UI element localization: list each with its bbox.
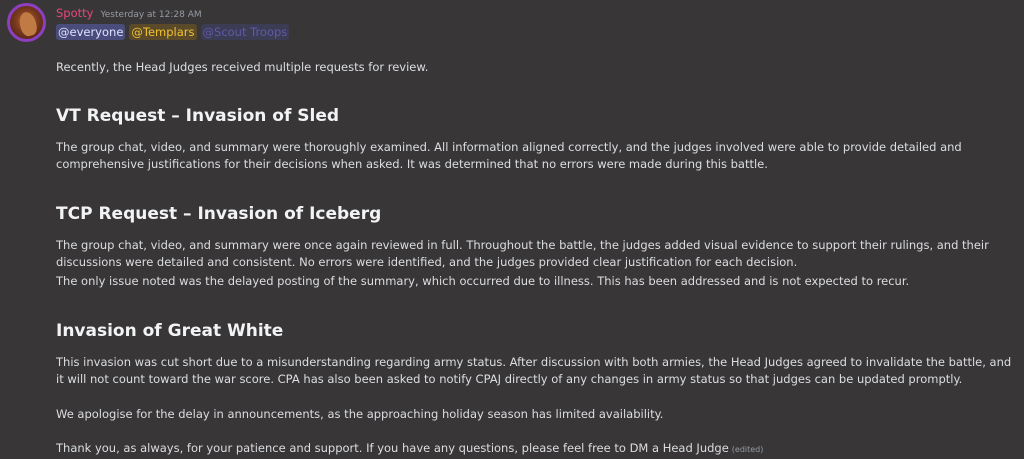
apology-text: We apologise for the delay in announceme… <box>56 407 664 421</box>
user-avatar[interactable] <box>7 3 46 42</box>
mention-scout-troops[interactable]: @Scout Troops <box>200 24 290 40</box>
username[interactable]: Spotty <box>56 6 93 20</box>
tcp-request-paragraph: The group chat, video, and summary were … <box>56 238 989 269</box>
tcp-request-note: The only issue noted was the delayed pos… <box>56 274 910 288</box>
closing-text: Thank you, as always, for your patience … <box>56 441 729 455</box>
intro-text: Recently, the Head Judges received multi… <box>56 60 429 74</box>
heading-vt-request: VT Request – Invasion of Sled <box>56 106 340 126</box>
mention-everyone[interactable]: @everyone <box>56 24 126 40</box>
great-white-paragraph: This invasion was cut short due to a mis… <box>56 355 1012 386</box>
message-header: Spotty Yesterday at 12:28 AM <box>56 6 202 22</box>
mentions-row: @everyone @Templars @Scout Troops <box>56 24 290 40</box>
heading-great-white: Invasion of Great White <box>56 321 284 341</box>
chat-message: Spotty Yesterday at 12:28 AM @everyone @… <box>0 0 1024 458</box>
timestamp[interactable]: Yesterday at 12:28 AM <box>100 10 201 20</box>
mention-templars[interactable]: @Templars <box>129 24 197 40</box>
vt-request-paragraph: The group chat, video, and summary were … <box>56 140 962 171</box>
edited-label: (edited) <box>731 445 764 454</box>
closing-line: Thank you, as always, for your patience … <box>56 440 1018 459</box>
heading-tcp-request: TCP Request – Invasion of Iceberg <box>56 204 382 224</box>
